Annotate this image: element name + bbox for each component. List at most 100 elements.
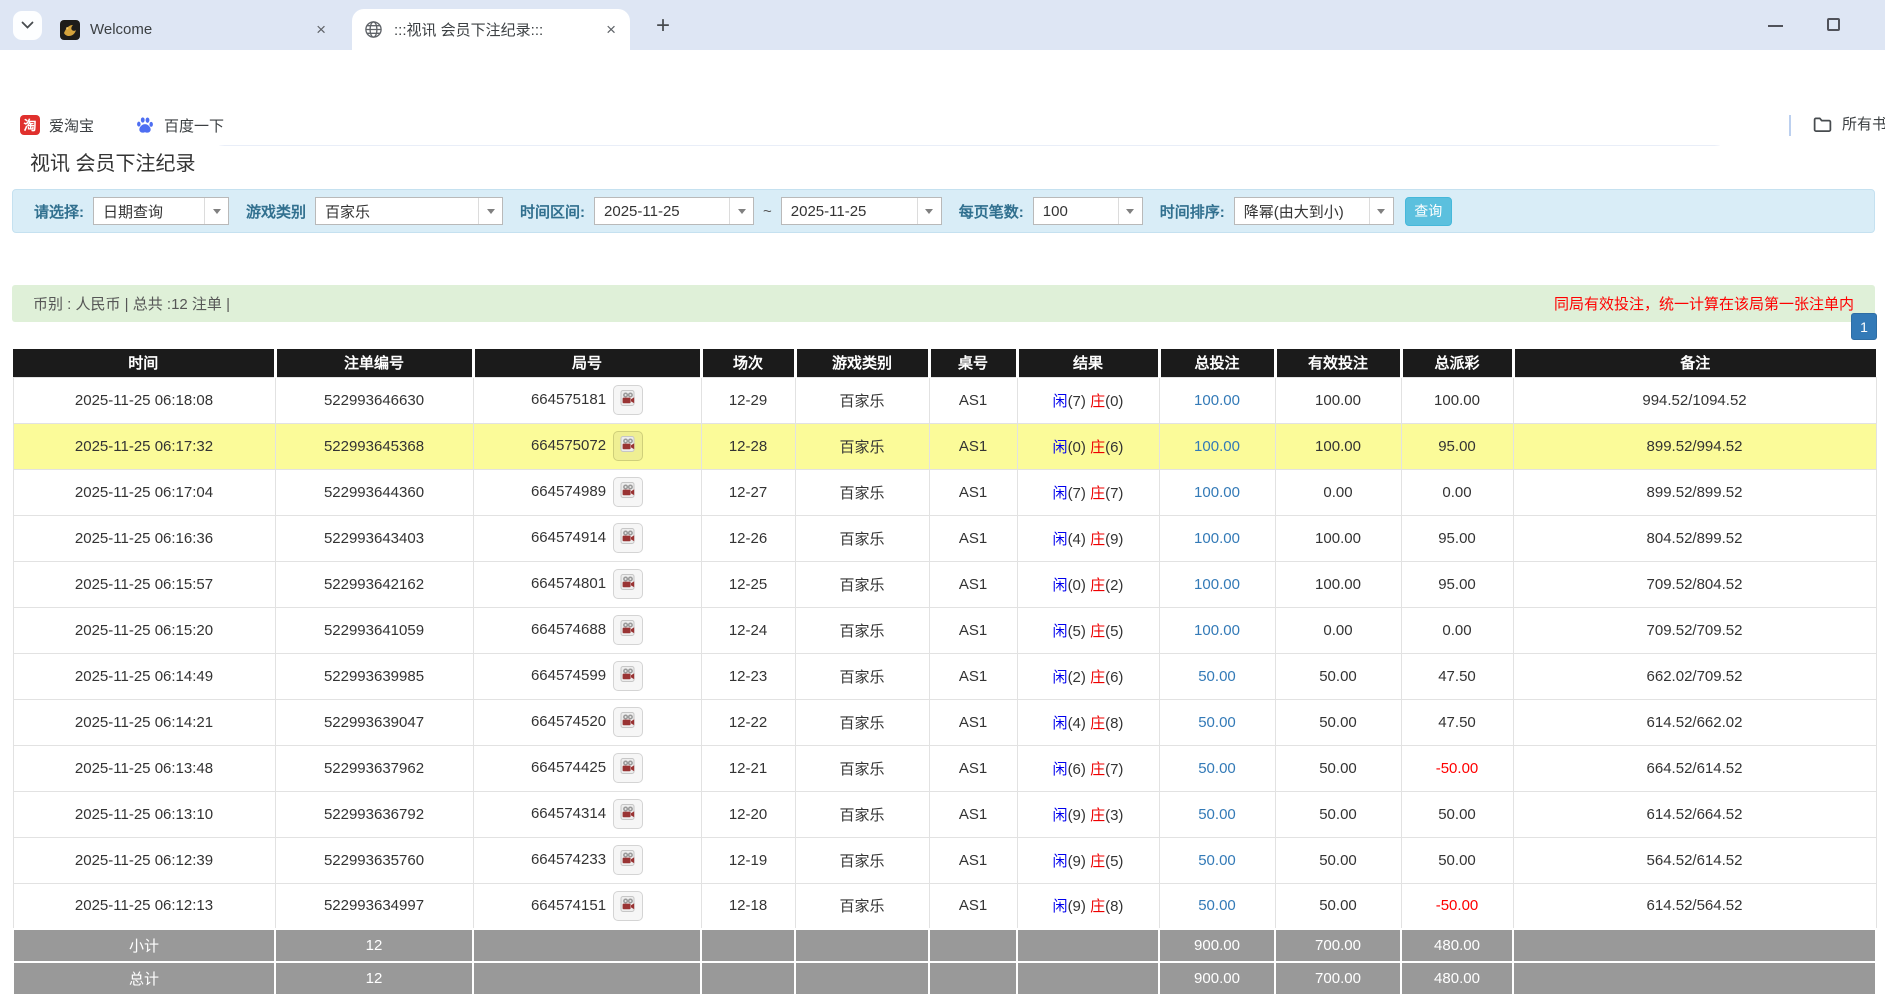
table-footer-row: 小计12900.00700.00480.00 [13,929,1876,962]
header-total-bet: 总投注 [1159,349,1275,377]
total-bet-link[interactable]: 100.00 [1194,576,1240,593]
cell-game-type: 百家乐 [795,791,929,837]
cell-time: 2025-11-25 06:18:08 [13,377,275,423]
result-player-points: (7) [1068,393,1086,410]
table-row: 2025-11-25 06:15:20522993641059664574688… [13,607,1876,653]
chevron-down-icon[interactable] [1369,198,1393,224]
video-replay-button[interactable] [613,799,643,829]
video-replay-button[interactable] [613,431,643,461]
round-id: 664574801 [531,575,606,592]
round-id: 664574425 [531,759,606,776]
cell-note: 614.52/664.52 [1513,791,1876,837]
chevron-down-icon[interactable] [729,198,753,224]
result-banker: 庄 [1090,577,1105,594]
cell-session: 12-18 [701,883,795,929]
video-replay-button[interactable] [613,661,643,691]
search-button[interactable]: 查询 [1405,197,1452,226]
cell-total-bet: 50.00 [1159,699,1275,745]
bookmark-taobao[interactable]: 淘 爱淘宝 [20,115,94,136]
table-row: 2025-11-25 06:14:21522993639047664574520… [13,699,1876,745]
cell-round-id: 664575181 [473,377,701,423]
cell-valid-bet: 100.00 [1275,515,1401,561]
header-game-type: 游戏类别 [795,349,929,377]
result-banker: 庄 [1090,439,1105,456]
chevron-down-icon[interactable] [1118,198,1142,224]
result-player: 闲 [1053,531,1068,548]
sort-select[interactable]: 降幂(由大到小) [1234,197,1394,225]
all-bookmarks-button[interactable]: 所有书签 [1812,113,1885,134]
page-1-button[interactable]: 1 [1851,313,1877,340]
cell-bet-id: 522993641059 [275,607,473,653]
result-banker-points: (0) [1105,393,1123,410]
result-player-points: (9) [1068,853,1086,870]
new-tab-button[interactable]: + [650,13,676,39]
cell-session: 12-23 [701,653,795,699]
window-minimize-button[interactable] [1768,25,1783,27]
browser-window: Welcome × :::视讯 会员下注纪录::: × + [0,0,1885,1000]
chevron-down-icon[interactable] [204,198,228,224]
cell-total-bet: 100.00 [1159,607,1275,653]
result-banker-points: (7) [1105,761,1123,778]
result-banker: 庄 [1090,761,1105,778]
video-replay-button[interactable] [613,569,643,599]
total-bet-link[interactable]: 100.00 [1194,622,1240,639]
cell-valid-bet: 50.00 [1275,837,1401,883]
total-bet-link[interactable]: 100.00 [1194,484,1240,501]
tab-bet-record[interactable]: :::视讯 会员下注纪录::: × [352,9,630,50]
video-replay-button[interactable] [613,891,643,921]
result-banker-points: (6) [1105,669,1123,686]
total-bet-link[interactable]: 50.00 [1198,714,1236,731]
cell-result: 闲(7) 庄(7) [1017,469,1159,515]
date-start-select[interactable]: 2025-11-25 [594,197,754,225]
video-replay-button[interactable] [613,753,643,783]
browser-toolbar: 66cxkj98.com/game/betrecord_search/kind3… [0,50,1885,105]
result-banker: 庄 [1090,485,1105,502]
window-maximize-button[interactable] [1827,18,1840,31]
chevron-down-icon[interactable] [917,198,941,224]
video-replay-button[interactable] [613,523,643,553]
video-replay-button[interactable] [613,385,643,415]
cell-bet-id: 522993646630 [275,377,473,423]
total-bet-link[interactable]: 50.00 [1198,760,1236,777]
video-camera-icon [619,481,637,503]
cell-time: 2025-11-25 06:17:04 [13,469,275,515]
close-icon[interactable]: × [602,20,620,40]
cell-payout: -50.00 [1401,745,1513,791]
total-bet-link[interactable]: 50.00 [1198,668,1236,685]
result-banker: 庄 [1090,853,1105,870]
query-mode-select[interactable]: 日期查询 [93,197,229,225]
total-bet-link[interactable]: 50.00 [1198,897,1236,914]
cell-note: 994.52/1094.52 [1513,377,1876,423]
table-row: 2025-11-25 06:16:36522993643403664574914… [13,515,1876,561]
video-replay-button[interactable] [613,707,643,737]
total-bet-link[interactable]: 100.00 [1194,392,1240,409]
all-bookmarks-label: 所有书签 [1842,113,1885,134]
total-bet-link[interactable]: 50.00 [1198,852,1236,869]
video-replay-button[interactable] [613,615,643,645]
bookmark-baidu[interactable]: 百度一下 [135,115,224,136]
round-id: 664574233 [531,851,606,868]
cell-payout: 0.00 [1401,469,1513,515]
cell-total-bet: 50.00 [1159,791,1275,837]
date-end-select[interactable]: 2025-11-25 [781,197,942,225]
pagination: 1 [1851,313,1877,340]
close-icon[interactable]: × [312,20,330,40]
result-player: 闲 [1053,623,1068,640]
cell-time: 2025-11-25 06:12:13 [13,883,275,929]
video-replay-button[interactable] [613,845,643,875]
tab-search-button[interactable] [13,11,42,40]
chevron-down-icon[interactable] [478,198,502,224]
tab-welcome[interactable]: Welcome × [48,9,340,50]
total-bet-link[interactable]: 50.00 [1198,806,1236,823]
result-banker-points: (9) [1105,531,1123,548]
page-size-select[interactable]: 100 [1033,197,1143,225]
cell-bet-id: 522993636792 [275,791,473,837]
total-bet-link[interactable]: 100.00 [1194,530,1240,547]
total-bet-link[interactable]: 100.00 [1194,438,1240,455]
payout-value: 0.00 [1442,622,1471,639]
payout-value: -50.00 [1436,760,1479,777]
cell-note: 804.52/899.52 [1513,515,1876,561]
video-replay-button[interactable] [613,477,643,507]
game-type-select[interactable]: 百家乐 [315,197,503,225]
table-footer: 小计12900.00700.00480.00总计12900.00700.0048… [13,929,1876,995]
